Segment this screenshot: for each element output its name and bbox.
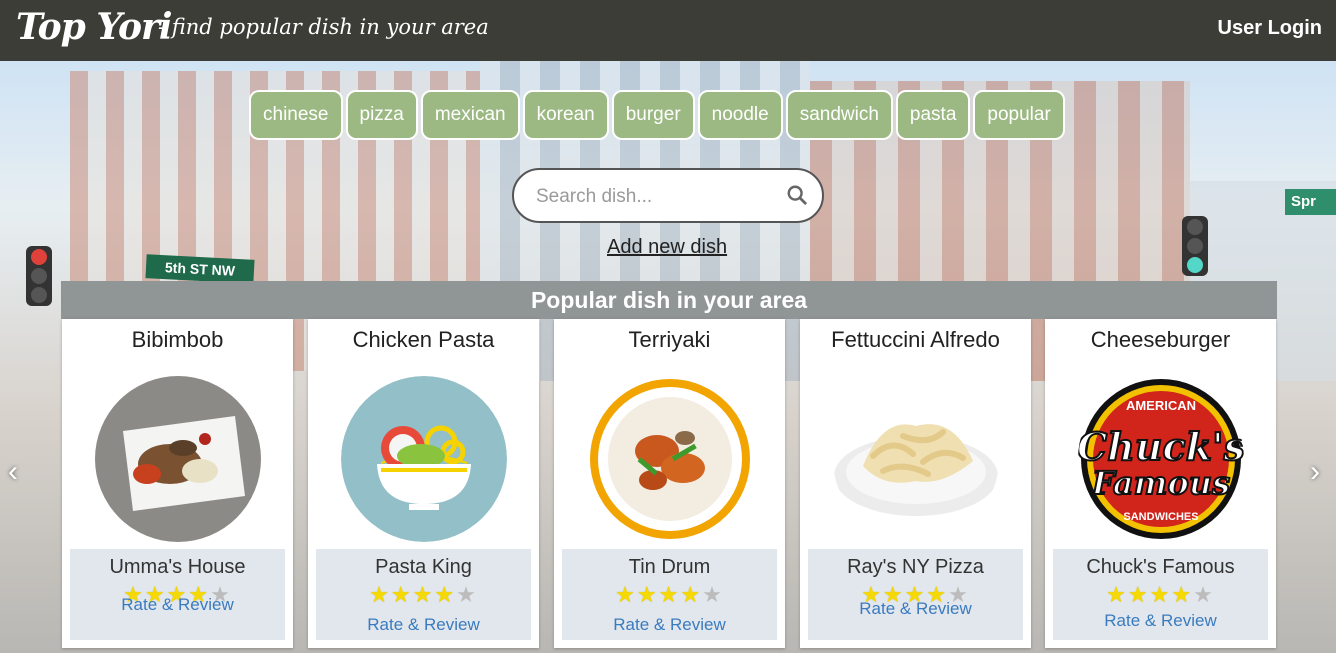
street-sign: Spr [1285, 189, 1336, 215]
restaurant-name: Chuck's Famous [1086, 556, 1235, 578]
section-title: Popular dish in your area [61, 281, 1277, 319]
star-icon[interactable]: ★ [1193, 582, 1215, 607]
card-footer: Ray's NY Pizza ★★★★★ Rate & Review [808, 549, 1023, 640]
top-navbar: Top Yori - find popular dish in your are… [0, 0, 1336, 61]
card-footer: Tin Drum ★★★★★ Rate & Review [562, 549, 777, 640]
star-icon[interactable]: ★ [1171, 582, 1193, 607]
search-input[interactable] [534, 180, 778, 214]
logo-text-main1: Chuck's [1078, 424, 1244, 469]
dish-name: Chicken Pasta [352, 327, 495, 352]
star-rating[interactable]: ★★★★★ [316, 583, 531, 607]
dish-name: Fettuccini Alfredo [831, 327, 1000, 352]
star-icon[interactable]: ★ [456, 582, 478, 607]
tag-pizza[interactable]: pizza [345, 90, 418, 140]
dish-card[interactable]: Terriyaki Tin Drum ★★★★★ Rate & Review [554, 319, 785, 648]
dish-card[interactable]: Cheeseburger AMERICAN Chuck's Famous SAN… [1045, 319, 1276, 648]
restaurant-name: Umma's House [109, 556, 246, 578]
tag-noodle[interactable]: noodle [697, 90, 783, 140]
dish-name: Terriyaki [628, 327, 711, 352]
carousel-next-icon[interactable]: › [1310, 455, 1320, 489]
star-icon[interactable]: ★ [1128, 582, 1150, 607]
tag-mexican[interactable]: mexican [420, 90, 520, 140]
category-tags: chinese pizza mexican korean burger nood… [249, 90, 1065, 140]
brand-logo[interactable]: Top Yori [16, 6, 173, 48]
user-login-link[interactable]: User Login [1218, 17, 1322, 40]
teriyaki-bowl-image [587, 376, 753, 542]
star-icon[interactable]: ★ [369, 582, 391, 607]
rate-review-link[interactable]: Rate & Review [316, 615, 531, 635]
carousel-prev-icon[interactable]: ‹ [8, 455, 18, 489]
brand-tagline: - find popular dish in your area [158, 15, 489, 39]
restaurant-name: Ray's NY Pizza [847, 556, 984, 578]
star-icon[interactable]: ★ [702, 582, 724, 607]
star-icon[interactable]: ★ [637, 582, 659, 607]
tag-popular[interactable]: popular [973, 90, 1065, 140]
dish-image[interactable] [341, 376, 507, 542]
restaurant-name: Pasta King [375, 556, 472, 578]
card-footer: Umma's House ★★★★★ Rate & Review [70, 549, 285, 640]
rate-review-link[interactable]: Rate & Review [1053, 611, 1268, 631]
salad-bowl-icon [341, 376, 507, 542]
card-footer: Pasta King ★★★★★ Rate & Review [316, 549, 531, 640]
dish-card[interactable]: Fettuccini Alfredo Ray's NY Pizza ★★★★★ … [800, 319, 1031, 648]
dish-card[interactable]: Bibimbob Umma's House ★★★★★ Rate & Revie… [62, 319, 293, 648]
chucks-famous-logo: AMERICAN Chuck's Famous SANDWICHES [1078, 376, 1244, 542]
dish-image[interactable] [95, 376, 261, 542]
traffic-light [1182, 216, 1208, 276]
bibimbap-plate-image [95, 376, 261, 542]
star-icon[interactable]: ★ [680, 582, 702, 607]
dish-image[interactable] [833, 376, 999, 542]
dish-name: Bibimbob [131, 327, 224, 352]
rate-review-link[interactable]: Rate & Review [808, 599, 1023, 619]
dish-card[interactable]: Chicken Pasta Pasta King ★★★★★ Rate & Re… [308, 319, 539, 648]
star-rating[interactable]: ★★★★★ [562, 583, 777, 607]
tag-sandwich[interactable]: sandwich [785, 90, 893, 140]
tag-korean[interactable]: korean [522, 90, 609, 140]
star-icon[interactable]: ★ [434, 582, 456, 607]
traffic-light [26, 246, 52, 306]
tag-chinese[interactable]: chinese [249, 90, 343, 140]
tag-pasta[interactable]: pasta [895, 90, 971, 140]
tag-burger[interactable]: burger [611, 90, 695, 140]
rate-review-link[interactable]: Rate & Review [562, 615, 777, 635]
search-box [512, 168, 824, 223]
rate-review-link[interactable]: Rate & Review [70, 595, 285, 615]
star-icon[interactable]: ★ [1106, 582, 1128, 607]
dish-image[interactable]: AMERICAN Chuck's Famous SANDWICHES [1078, 376, 1244, 542]
card-footer: Chuck's Famous ★★★★★ Rate & Review [1053, 549, 1268, 640]
fettuccine-plate-image [833, 376, 999, 542]
star-icon[interactable]: ★ [615, 582, 637, 607]
logo-text-top: AMERICAN [1126, 398, 1196, 413]
dish-image[interactable] [587, 376, 753, 542]
restaurant-name: Tin Drum [628, 556, 711, 578]
logo-text-main2: Famous [1091, 464, 1230, 502]
star-icon[interactable]: ★ [391, 582, 413, 607]
star-icon[interactable]: ★ [1150, 582, 1172, 607]
logo-text-bottom: SANDWICHES [1123, 511, 1198, 523]
star-rating[interactable]: ★★★★★ [1053, 583, 1268, 607]
star-icon[interactable]: ★ [413, 582, 435, 607]
search-icon[interactable] [786, 184, 808, 206]
star-icon[interactable]: ★ [659, 582, 681, 607]
add-new-dish-link[interactable]: Add new dish [607, 236, 727, 259]
dish-name: Cheeseburger [1090, 327, 1231, 352]
